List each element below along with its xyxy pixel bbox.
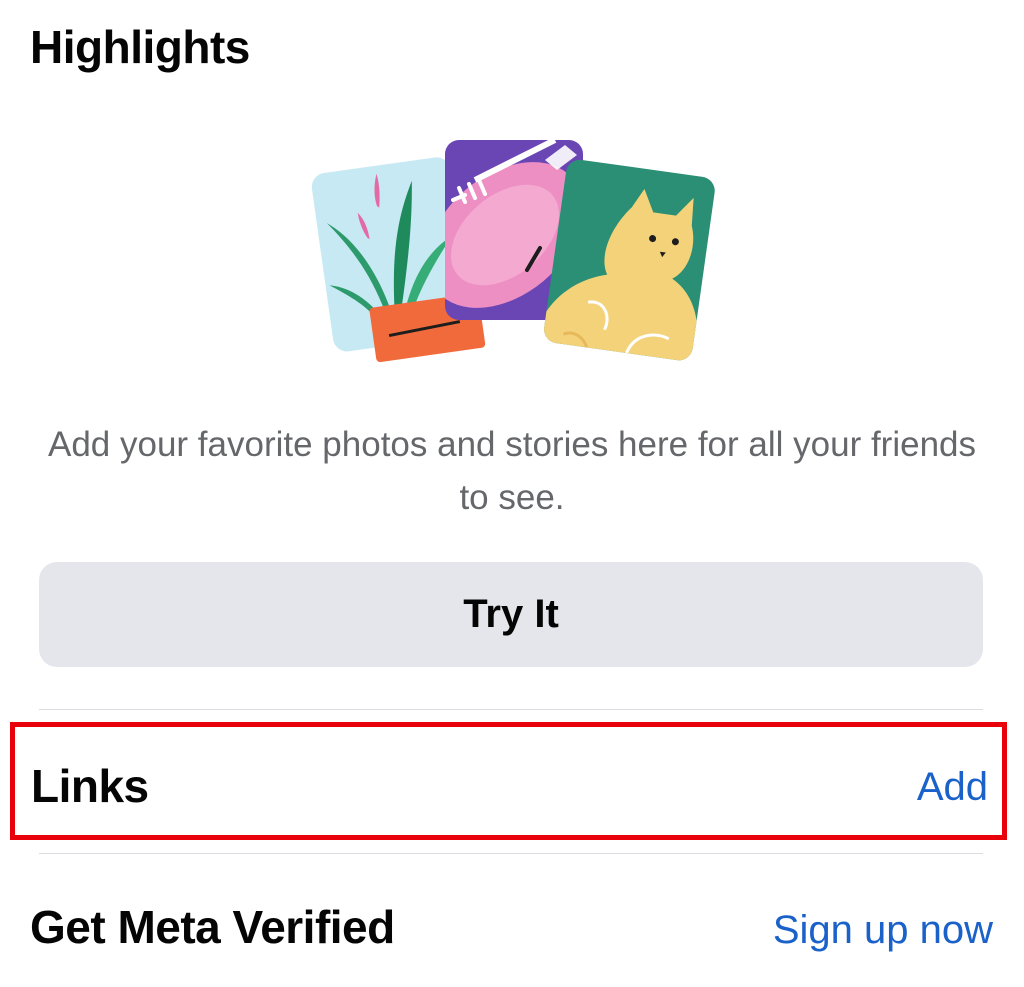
meta-verified-title: Get Meta Verified [30, 901, 395, 953]
highlights-description: Add your favorite photos and stories her… [48, 425, 976, 517]
highlights-title: Highlights [30, 21, 250, 73]
links-section-highlight: Links Add [10, 722, 1007, 840]
highlights-illustration [311, 140, 715, 363]
add-link-button[interactable]: Add [917, 767, 988, 807]
links-title: Links [31, 760, 149, 812]
divider [39, 709, 983, 710]
sign-up-now-link[interactable]: Sign up now [773, 910, 993, 950]
try-it-button[interactable]: Try It [39, 562, 983, 667]
divider [39, 853, 983, 854]
